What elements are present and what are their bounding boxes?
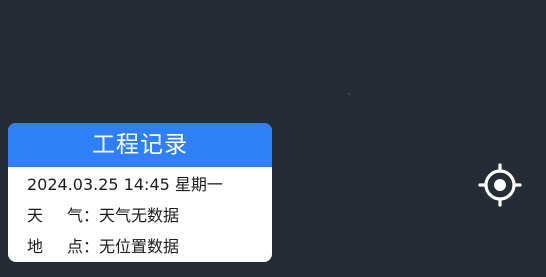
record-card-body: 2024.03.25 14:45 星期一 天气：天气无数据 地点：无位置数据 bbox=[8, 167, 272, 262]
location-separator: ： bbox=[83, 237, 100, 256]
crosshair-locate-icon bbox=[478, 163, 522, 207]
record-location-row: 地点：无位置数据 bbox=[27, 235, 272, 262]
record-datetime: 2024.03.25 14:45 星期一 bbox=[27, 175, 223, 194]
map-marker-dot bbox=[348, 93, 350, 95]
weather-label-char2: 气 bbox=[66, 206, 83, 225]
location-label-char1: 地 bbox=[27, 237, 44, 256]
weather-label-char1: 天 bbox=[27, 206, 44, 225]
weather-separator: ： bbox=[83, 206, 100, 225]
location-label-char2: 点 bbox=[66, 237, 83, 256]
location-value: 无位置数据 bbox=[99, 237, 180, 256]
weather-label: 天气 bbox=[27, 204, 83, 228]
project-record-card[interactable]: 工程记录 2024.03.25 14:45 星期一 天气：天气无数据 地点：无位… bbox=[8, 123, 272, 262]
location-label: 地点 bbox=[27, 235, 83, 259]
record-weather-row: 天气：天气无数据 bbox=[27, 204, 272, 235]
record-card-title: 工程记录 bbox=[8, 123, 272, 167]
locate-button[interactable] bbox=[478, 163, 522, 207]
weather-value: 天气无数据 bbox=[99, 206, 180, 225]
